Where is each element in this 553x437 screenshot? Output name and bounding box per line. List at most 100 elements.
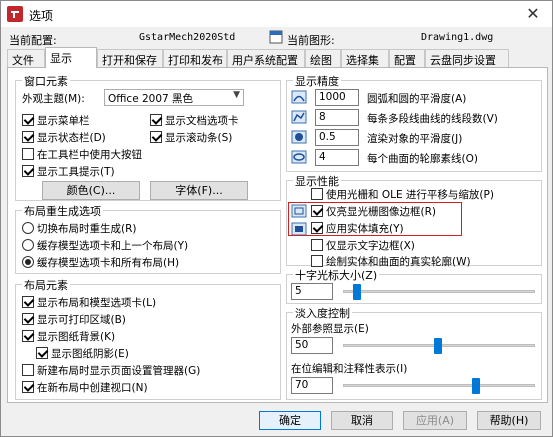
tab-selection[interactable]: 选择集 (341, 49, 389, 67)
apply-button[interactable]: 应用(A) (403, 411, 467, 430)
show-paper-shadow-checkbox[interactable]: 显示图纸阴影(E) (36, 346, 129, 361)
checkbox-box[interactable] (22, 313, 34, 325)
checkbox-box[interactable] (311, 255, 323, 267)
arc-smoothness-icon (291, 90, 307, 104)
inplace-fade-track[interactable] (343, 384, 535, 387)
xref-fade-slider-thumb[interactable] (434, 338, 442, 354)
help-button[interactable]: 帮助(H) (477, 411, 541, 430)
radio-label: 缓存模型选项卡和所有布局(H) (37, 257, 180, 269)
checkbox-label: 显示滚动条(S) (165, 132, 233, 144)
checkbox-box[interactable] (36, 347, 48, 359)
checkbox-box[interactable] (22, 131, 34, 143)
show-page-setup-manager-checkbox[interactable]: 新建布局时显示页面设置管理器(G) (22, 363, 200, 378)
show-layout-tabs-checkbox[interactable]: 显示布局和模型选项卡(L) (22, 295, 156, 310)
checkbox-label: 显示菜单栏 (37, 115, 90, 127)
radio-circle[interactable] (22, 256, 34, 268)
radio-label: 缓存模型选项卡和上一个布局(Y) (37, 240, 189, 252)
radio-circle[interactable] (22, 222, 34, 234)
show-scrollbars-checkbox[interactable]: 显示滚动条(S) (150, 130, 232, 145)
inplace-fade-slider-thumb[interactable] (472, 378, 480, 394)
show-statusbar-checkbox[interactable]: 显示状态栏(D) (22, 130, 106, 145)
cancel-button[interactable]: 取消 (331, 411, 393, 430)
tab-open-save[interactable]: 打开和保存 (97, 49, 163, 67)
tab-drafting[interactable]: 绘图 (305, 49, 341, 67)
current-drawing-label: 当前图形: (287, 34, 335, 47)
checkbox-box[interactable] (22, 330, 34, 342)
show-printable-area-checkbox[interactable]: 显示可打印区域(B) (22, 312, 126, 327)
layout-regen-group: 布局重生成选项 切换布局时重生成(R) 缓存模型选项卡和上一个布局(Y) 缓存模… (15, 203, 281, 274)
radio-circle[interactable] (22, 239, 34, 251)
checkbox-label: 新建布局时显示页面设置管理器(G) (37, 365, 201, 377)
window-elements-title: 窗口元素 (22, 73, 70, 89)
tab-plot-publish[interactable]: 打印和发布 (163, 49, 227, 67)
show-menubar-checkbox[interactable]: 显示菜单栏 (22, 113, 90, 128)
xref-fade-input[interactable]: 50 (291, 337, 333, 354)
layout-regen-title: 布局重生成选项 (22, 203, 103, 219)
display-tab-panel: 窗口元素 外观主题(M): Office 2007 黑色 ▼ 显示菜单栏 显示文… (7, 67, 548, 403)
checkbox-label: 在新布局中创建视口(N) (37, 382, 148, 394)
title-bar[interactable]: 选项 ✕ (1, 1, 552, 27)
checkbox-box[interactable] (311, 188, 323, 200)
drawing-icon (269, 30, 283, 44)
checkbox-box[interactable] (22, 114, 34, 126)
text-frame-only-checkbox[interactable]: 仅显示文字边框(X) (311, 238, 415, 253)
cache-model-all-layouts-radio[interactable]: 缓存模型选项卡和所有布局(H) (22, 255, 179, 270)
polyline-segments-label: 每条多段线曲线的线段数(V) (367, 113, 498, 125)
colors-button[interactable]: 颜色(C)... (42, 181, 140, 200)
contour-lines-input[interactable]: 4 (315, 149, 359, 166)
checkbox-box[interactable] (150, 114, 162, 126)
radio-label: 切换布局时重生成(R) (37, 223, 137, 235)
tab-cloud-sync[interactable]: 云盘同步设置 (425, 49, 509, 67)
arc-smoothness-label: 圆弧和圆的平滑度(A) (367, 93, 467, 105)
checkbox-label: 显示图纸背景(K) (37, 331, 116, 343)
tab-profiles[interactable]: 配置 (389, 49, 425, 67)
window-elements-group: 窗口元素 外观主题(M): Office 2007 黑色 ▼ 显示菜单栏 显示文… (15, 73, 281, 201)
show-doc-tabs-checkbox[interactable]: 显示文档选项卡 (150, 113, 239, 128)
fade-control-group: 淡入度控制 外部参照显示(E) 50 在位编辑和注释性表示(I) 70 (286, 305, 542, 400)
chevron-down-icon: ▼ (233, 90, 240, 100)
checkbox-label: 显示图纸阴影(E) (51, 348, 129, 360)
checkbox-label: 显示可打印区域(B) (37, 314, 126, 326)
render-smoothness-input[interactable]: 0.5 (315, 129, 359, 146)
crosshair-size-track[interactable] (343, 290, 535, 293)
close-icon[interactable]: ✕ (522, 3, 544, 25)
large-buttons-checkbox[interactable]: 在工具栏中使用大按钮 (22, 147, 142, 162)
ok-button[interactable]: 确定 (259, 411, 321, 430)
cache-model-last-layout-radio[interactable]: 缓存模型选项卡和上一个布局(Y) (22, 238, 188, 253)
arc-smoothness-input[interactable]: 1000 (315, 89, 359, 106)
options-dialog: 选项 ✕ 当前配置: GstarMech2020Std 当前图形: Drawin… (0, 0, 553, 437)
crosshair-size-input[interactable]: 5 (291, 283, 333, 300)
layout-elements-title: 布局元素 (22, 277, 70, 293)
xref-fade-label: 外部参照显示(E) (291, 323, 369, 335)
checkbox-box[interactable] (22, 364, 34, 376)
tab-user-prefs[interactable]: 用户系统配置 (227, 49, 305, 67)
raster-ole-pan-zoom-checkbox[interactable]: 使用光栅和 OLE 进行平移与缩放(P) (311, 187, 494, 202)
checkbox-label: 使用光栅和 OLE 进行平移与缩放(P) (326, 189, 494, 201)
checkbox-box[interactable] (22, 296, 34, 308)
show-tooltips-checkbox[interactable]: 显示工具提示(T) (22, 164, 115, 179)
checkbox-box[interactable] (22, 165, 34, 177)
tab-strip: 文件 显示 打开和保存 打印和发布 用户系统配置 绘图 选择集 配置 云盘同步设… (7, 47, 547, 68)
polyline-segments-input[interactable]: 8 (315, 109, 359, 126)
app-icon (7, 6, 23, 22)
create-viewport-checkbox[interactable]: 在新布局中创建视口(N) (22, 380, 148, 395)
checkbox-box[interactable] (22, 381, 34, 393)
show-paper-background-checkbox[interactable]: 显示图纸背景(K) (22, 329, 115, 344)
checkbox-box[interactable] (150, 131, 162, 143)
regen-on-switch-radio[interactable]: 切换布局时重生成(R) (22, 221, 137, 236)
checkbox-label: 仅显示文字边框(X) (326, 240, 415, 252)
polyline-segments-icon (291, 110, 307, 124)
checkbox-box[interactable] (311, 239, 323, 251)
tab-files[interactable]: 文件 (7, 49, 45, 67)
fonts-button[interactable]: 字体(F)... (150, 181, 248, 200)
current-drawing-value: Drawing1.dwg (421, 32, 494, 43)
contour-lines-icon (291, 150, 307, 164)
display-performance-group: 显示性能 使用光栅和 OLE 进行平移与缩放(P) 仅亮显光栅图像边框(R) 应… (286, 173, 542, 268)
crosshair-size-slider-thumb[interactable] (353, 284, 361, 300)
current-config-value: GstarMech2020Std (139, 32, 236, 43)
inplace-fade-input[interactable]: 70 (291, 377, 333, 394)
checkbox-box[interactable] (22, 148, 34, 160)
tab-display[interactable]: 显示 (45, 47, 97, 68)
theme-select[interactable]: Office 2007 黑色 ▼ (104, 89, 244, 106)
display-precision-group: 显示精度 1000 圆弧和圆的平滑度(A) 8 每条多段线曲线的线段数(V) 0… (286, 73, 542, 172)
